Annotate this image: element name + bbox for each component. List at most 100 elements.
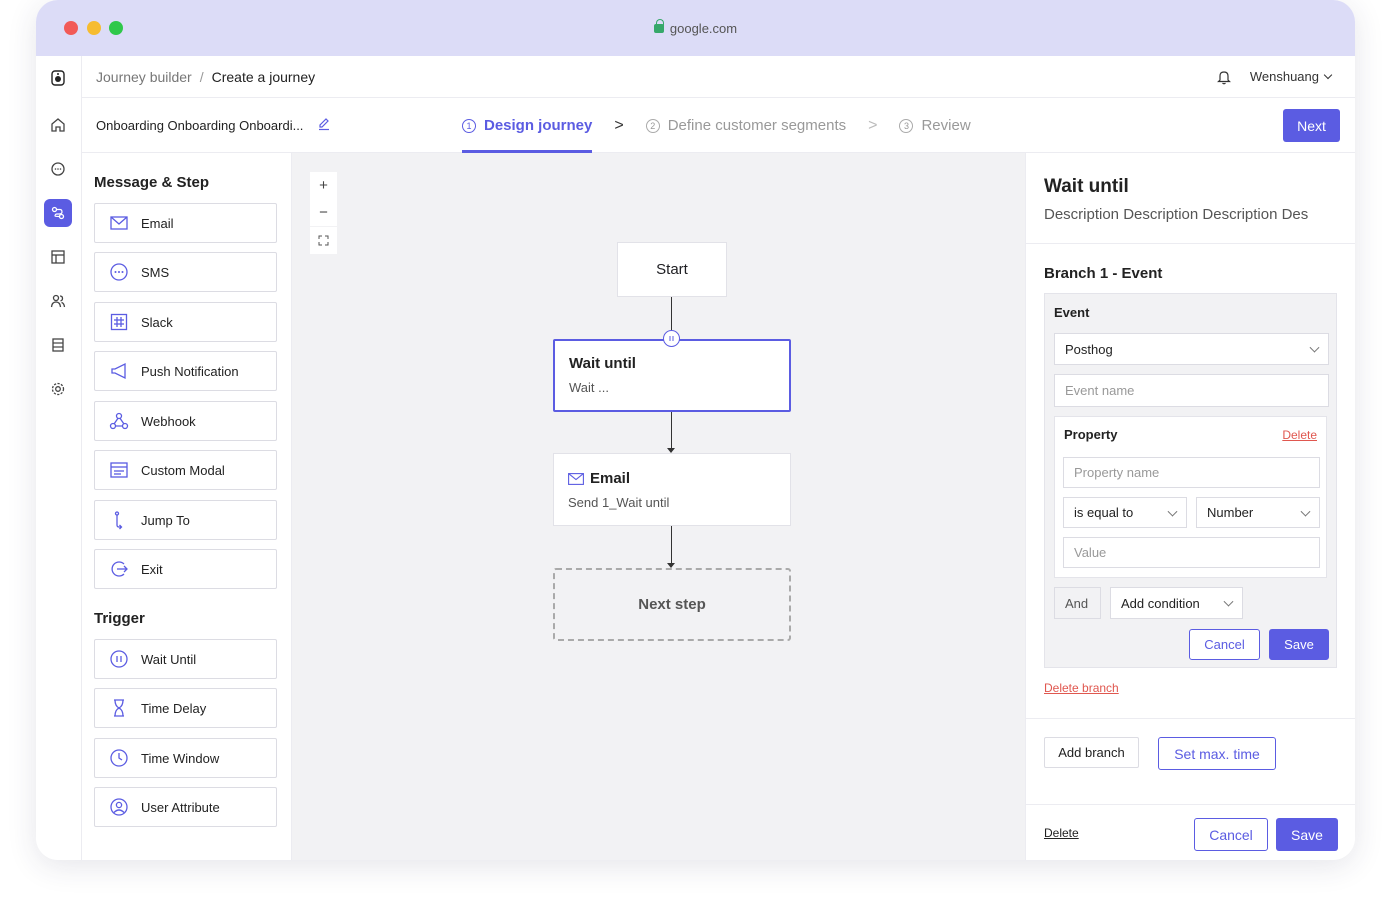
branch-save-button[interactable]: Save	[1269, 629, 1329, 660]
step-palette: Message & Step Email SMS Slack Push Noti…	[82, 153, 292, 860]
palette-item-sms[interactable]: SMS	[94, 252, 277, 292]
logo-icon[interactable]	[44, 64, 72, 92]
slack-icon	[110, 313, 128, 331]
palette-item-label: Custom Modal	[141, 462, 225, 478]
event-name-input[interactable]: Event name	[1054, 374, 1329, 407]
branch-card: Event Posthog Event name Property Delete…	[1044, 293, 1337, 668]
add-condition-select[interactable]: Add condition	[1110, 587, 1243, 619]
step-label: Define customer segments	[667, 117, 847, 134]
browser-titlebar: google.com	[36, 0, 1355, 56]
step-number: 3	[899, 118, 914, 133]
wait-until-node[interactable]: Wait until Wait ...	[553, 339, 791, 412]
next-step-placeholder[interactable]: Next step	[553, 568, 791, 641]
palette-item-exit[interactable]: Exit	[94, 549, 277, 589]
palette-item-label: Webhook	[141, 413, 196, 429]
nav-rail	[36, 56, 82, 860]
chevron-down-icon	[1323, 70, 1333, 79]
property-name-input[interactable]: Property name	[1063, 457, 1320, 488]
event-label: Event	[1054, 305, 1090, 320]
property-delete-link[interactable]: Delete	[1282, 428, 1317, 442]
jump-arrow-icon	[114, 511, 123, 530]
palette-item-jump-to[interactable]: Jump To	[94, 500, 277, 540]
zoom-out-button[interactable]: −	[310, 199, 337, 226]
user-name: Wenshuang	[1249, 69, 1319, 84]
node-subtitle: Wait ...	[569, 380, 609, 395]
palette-item-label: Time Window	[141, 750, 220, 766]
node-subtitle: Send 1_Wait until	[568, 495, 670, 510]
operator-select[interactable]: is equal to	[1063, 497, 1187, 528]
panel-title: Wait until	[1044, 176, 1129, 197]
value-input[interactable]: Value	[1063, 537, 1320, 568]
step-define-segments[interactable]: 2 Define customer segments	[645, 98, 847, 153]
footer-delete-link[interactable]: Delete	[1044, 826, 1079, 840]
user-circle-icon	[110, 798, 128, 816]
step-review[interactable]: 3 Review	[899, 98, 971, 153]
template-icon[interactable]	[44, 243, 72, 271]
start-node[interactable]: Start	[617, 242, 727, 297]
journey-name: Onboarding Onboarding Onboardi...	[96, 117, 331, 134]
lock-icon	[653, 19, 664, 33]
palette-item-user-attribute[interactable]: User Attribute	[94, 787, 277, 827]
step-number: 2	[645, 118, 660, 133]
message-step-heading: Message & Step	[94, 174, 210, 191]
step-design-journey[interactable]: 1 Design journey	[462, 98, 593, 153]
palette-item-label: Jump To	[141, 512, 190, 528]
users-icon[interactable]	[44, 287, 72, 315]
panel-description: Description Description Description Des	[1044, 206, 1309, 223]
palette-item-time-delay[interactable]: Time Delay	[94, 688, 277, 728]
app-header: Journey builder / Create a journey Wenshua…	[82, 56, 1355, 98]
palette-item-label: Time Delay	[141, 700, 207, 716]
envelope-icon	[568, 472, 584, 485]
palette-item-label: User Attribute	[141, 799, 220, 815]
user-menu[interactable]: Wenshuang	[1249, 69, 1333, 84]
home-icon[interactable]	[44, 111, 72, 139]
database-icon[interactable]	[44, 331, 72, 359]
breadcrumb-separator: /	[199, 69, 204, 85]
select-value: Posthog	[1065, 341, 1113, 357]
node-title: Wait until	[569, 355, 636, 372]
event-source-select[interactable]: Posthog	[1054, 333, 1329, 365]
chevron-down-icon	[1300, 506, 1311, 517]
url-text: google.com	[669, 21, 738, 36]
branch-cancel-button[interactable]: Cancel	[1189, 629, 1260, 660]
value-type-select[interactable]: Number	[1196, 497, 1320, 528]
next-button[interactable]: Next	[1283, 109, 1340, 142]
bell-icon[interactable]	[1217, 69, 1231, 90]
chat-icon[interactable]	[44, 155, 72, 183]
fit-view-button[interactable]	[310, 227, 337, 254]
palette-item-label: Wait Until	[141, 651, 197, 667]
palette-item-slack[interactable]: Slack	[94, 302, 277, 342]
palette-item-custom-modal[interactable]: Custom Modal	[94, 450, 277, 490]
property-label: Property	[1064, 427, 1118, 442]
zoom-in-button[interactable]: +	[310, 172, 337, 199]
step-number: 1	[462, 118, 476, 133]
footer-cancel-button[interactable]: Cancel	[1194, 818, 1268, 851]
edit-pencil-icon[interactable]	[317, 117, 331, 134]
palette-item-time-window[interactable]: Time Window	[94, 738, 277, 778]
and-operator-toggle[interactable]: And	[1054, 587, 1101, 619]
palette-item-push-notification[interactable]: Push Notification	[94, 351, 277, 391]
app-window: google.com Journey builder / Create a jo…	[36, 0, 1355, 860]
delete-branch-link[interactable]: Delete branch	[1044, 681, 1119, 695]
select-value: Number	[1207, 505, 1254, 520]
pause-handle-icon[interactable]	[663, 330, 680, 347]
address-bar[interactable]: google.com	[36, 19, 1355, 36]
email-node[interactable]: Email Send 1_Wait until	[553, 453, 791, 526]
journey-canvas[interactable]: + − Start Wait until Wait ... Email Send…	[292, 153, 1025, 860]
palette-item-wait-until[interactable]: Wait Until	[94, 639, 277, 679]
property-card: Property Delete Property name is equal t…	[1054, 416, 1327, 578]
palette-item-webhook[interactable]: Webhook	[94, 401, 277, 441]
journey-icon[interactable]	[44, 199, 72, 227]
step-label: Design journey	[484, 117, 593, 134]
connector-line	[671, 526, 672, 563]
footer-save-button[interactable]: Save	[1276, 818, 1338, 851]
chevron-down-icon	[1167, 506, 1178, 517]
add-branch-button[interactable]: Add branch	[1044, 737, 1139, 768]
set-max-time-button[interactable]: Set max. time	[1158, 737, 1276, 770]
node-title: Email	[590, 470, 631, 487]
journey-name-text: Onboarding Onboarding Onboardi...	[96, 118, 304, 133]
settings-gear-icon[interactable]	[44, 375, 72, 403]
palette-item-email[interactable]: Email	[94, 203, 277, 243]
divider	[1026, 804, 1355, 805]
breadcrumb-root[interactable]: Journey builder	[96, 69, 192, 85]
